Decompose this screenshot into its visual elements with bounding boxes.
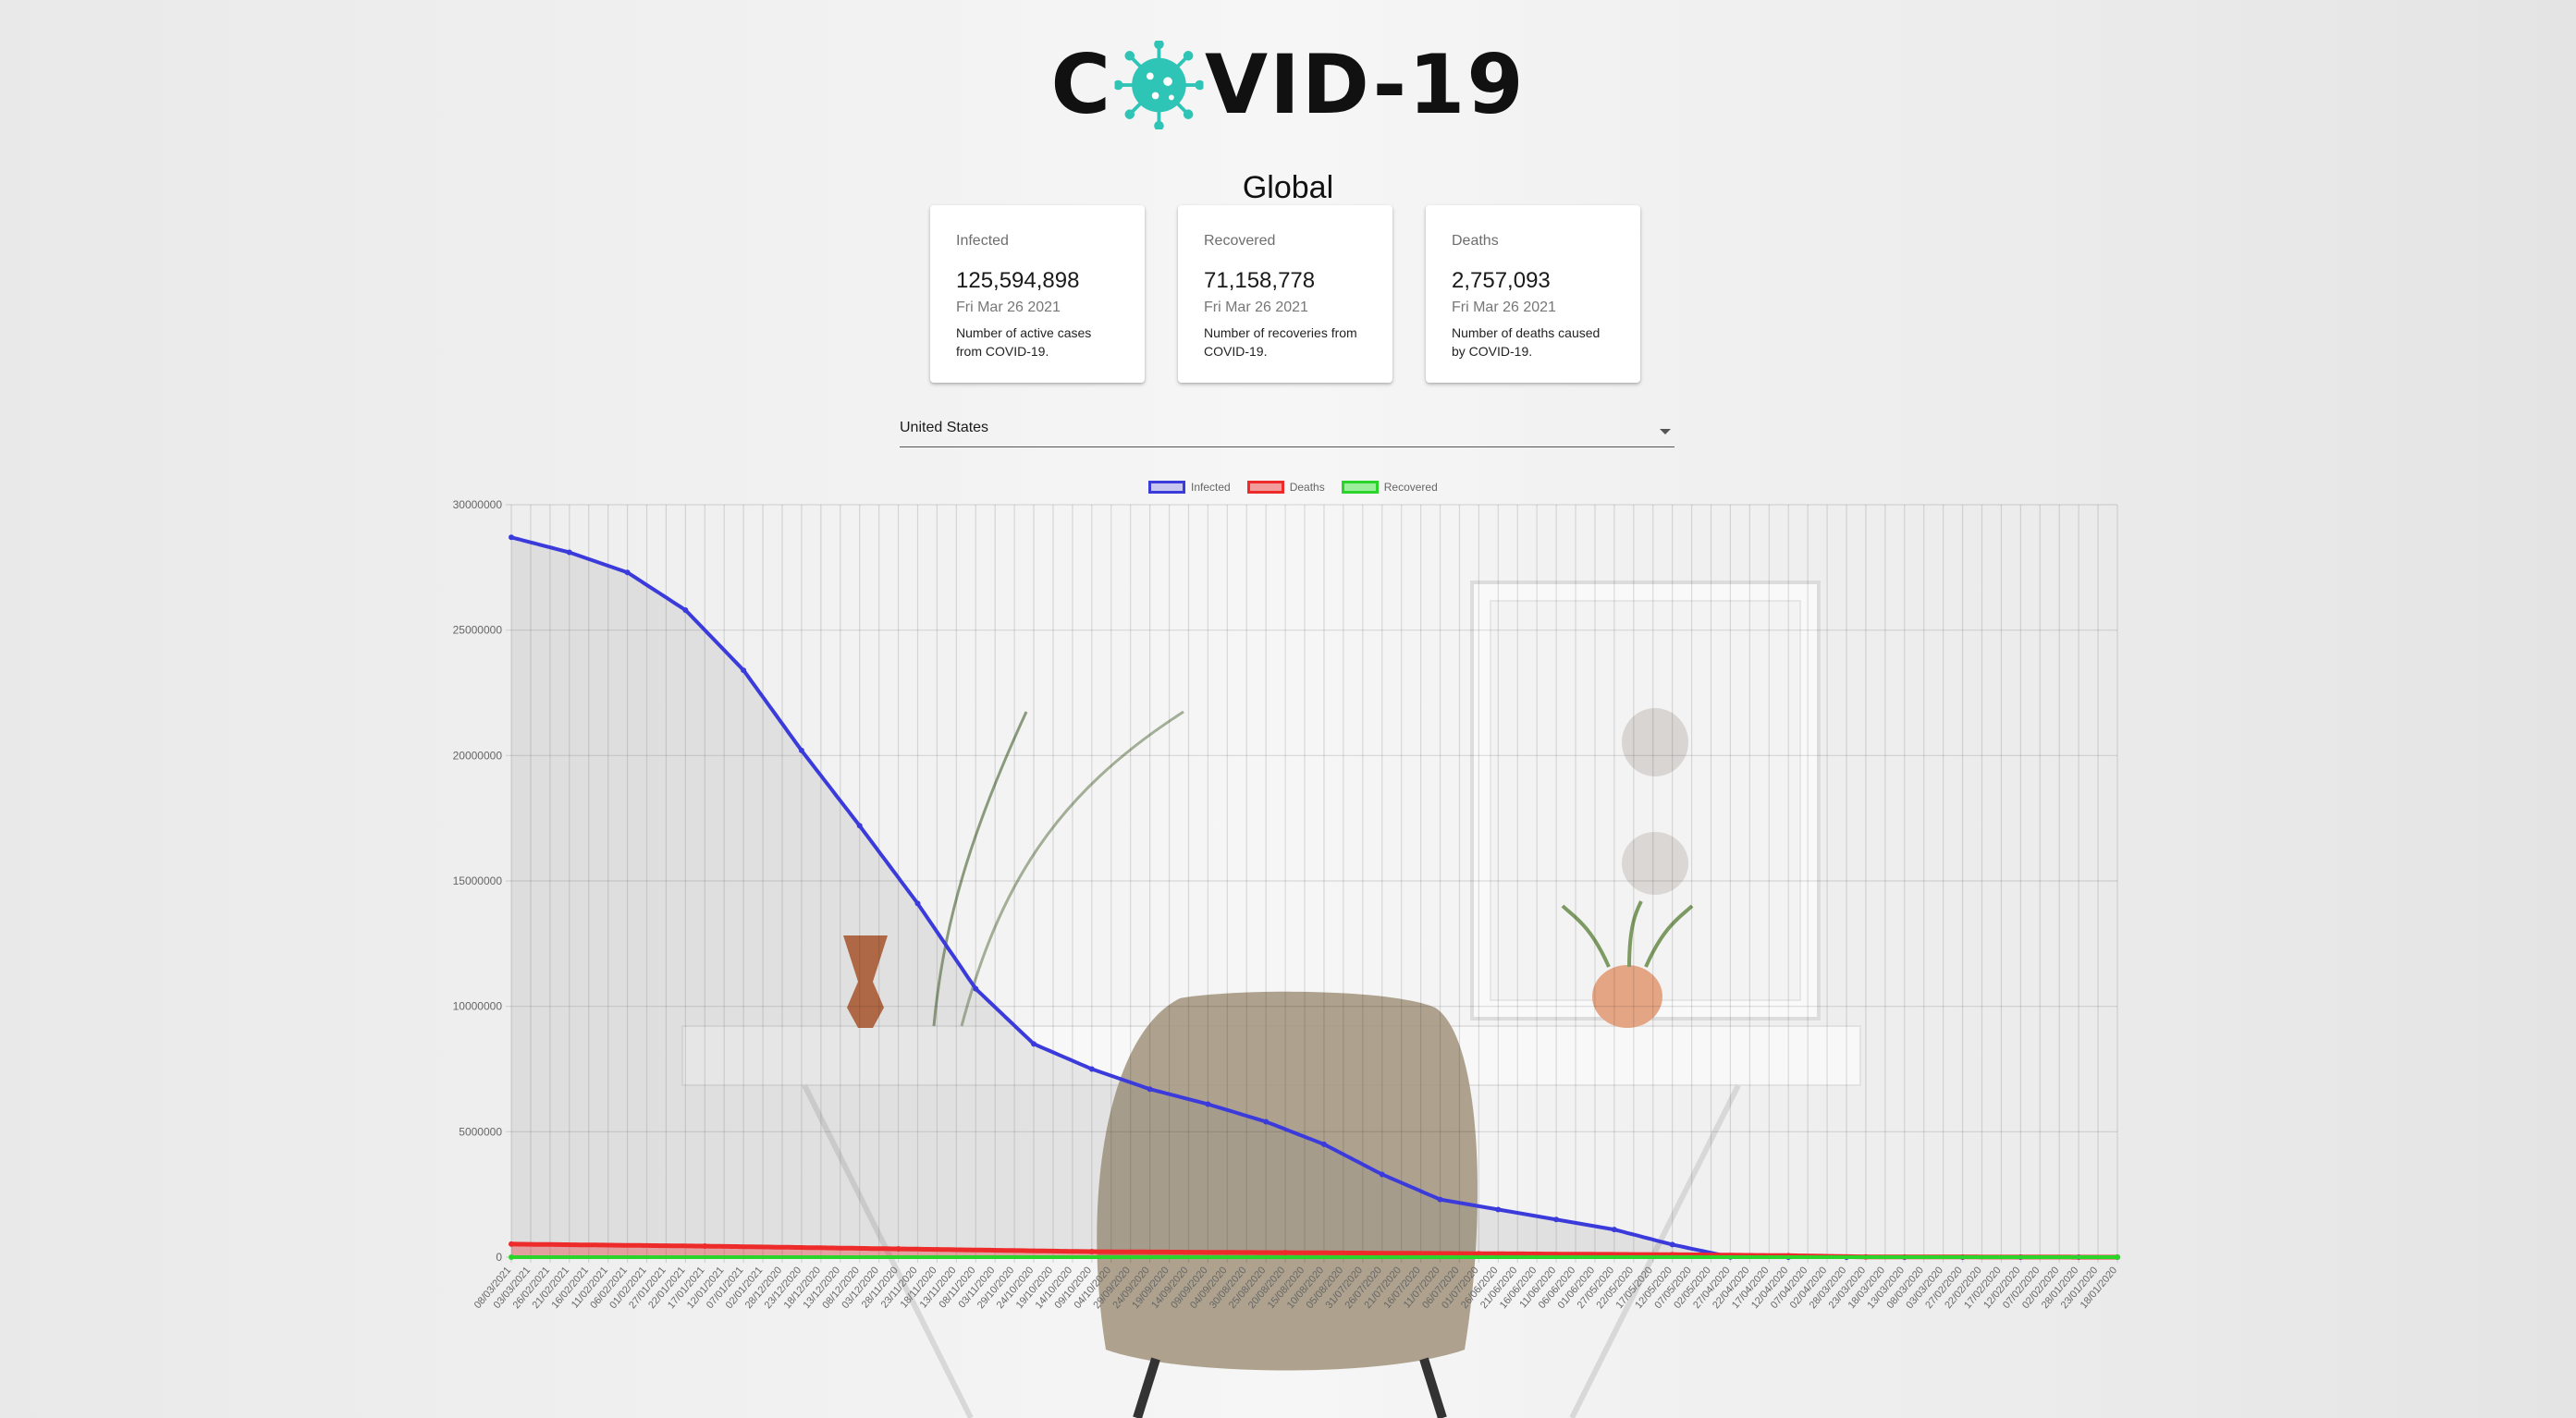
data-point-infected	[1669, 1241, 1675, 1248]
data-point-infected	[682, 606, 689, 613]
data-point-infected	[1553, 1216, 1560, 1223]
legend-item-infected[interactable]: Infected	[1148, 481, 1231, 494]
y-tick-label: 25000000	[453, 624, 503, 637]
data-point-infected	[1031, 1041, 1037, 1047]
data-point-deaths	[895, 1246, 902, 1253]
data-point-infected	[1611, 1227, 1617, 1233]
data-point-infected	[973, 985, 979, 992]
y-tick-label: 5000000	[459, 1125, 502, 1138]
data-point-infected	[1495, 1206, 1502, 1213]
legend-item-recovered[interactable]: Recovered	[1341, 481, 1438, 494]
y-tick-label: 30000000	[453, 498, 503, 511]
data-point-infected	[1088, 1066, 1095, 1072]
data-point-infected	[914, 900, 921, 907]
legend-label: Recovered	[1383, 481, 1438, 494]
legend-item-deaths[interactable]: Deaths	[1246, 481, 1325, 494]
y-tick-label: 10000000	[453, 1000, 503, 1013]
legend-swatch-deaths	[1246, 481, 1284, 494]
y-tick-label: 0	[496, 1251, 502, 1264]
legend-label: Infected	[1191, 481, 1231, 494]
data-point-infected	[1320, 1141, 1327, 1147]
legend-swatch-recovered	[1341, 481, 1379, 494]
data-point-infected	[1205, 1101, 1211, 1107]
data-point-recovered	[2115, 1254, 2120, 1260]
legend-label: Deaths	[1289, 481, 1325, 494]
chart-legend: Infected Deaths Recovered	[1148, 481, 1438, 494]
data-point-infected	[1147, 1086, 1153, 1093]
data-point-infected	[1379, 1171, 1385, 1178]
data-point-infected	[566, 549, 572, 556]
legend-swatch-infected	[1148, 481, 1185, 494]
y-tick-label: 15000000	[453, 874, 503, 887]
series-area-infected	[511, 537, 2117, 1257]
data-point-infected	[509, 534, 514, 541]
data-point-infected	[856, 823, 863, 829]
data-point-deaths	[702, 1243, 708, 1250]
data-point-deaths	[1282, 1250, 1289, 1256]
data-point-infected	[624, 569, 631, 576]
data-point-deaths	[1088, 1249, 1095, 1255]
data-point-deaths	[509, 1241, 514, 1247]
data-point-infected	[741, 667, 747, 674]
data-point-infected	[798, 747, 804, 753]
data-point-infected	[1263, 1119, 1270, 1125]
covid-timeline-chart: 0 5000000 10000000 15000000 20000000 25000000…	[453, 498, 2120, 1311]
data-point-recovered	[509, 1254, 514, 1260]
data-point-infected	[1437, 1196, 1443, 1203]
y-tick-label: 20000000	[453, 749, 503, 762]
